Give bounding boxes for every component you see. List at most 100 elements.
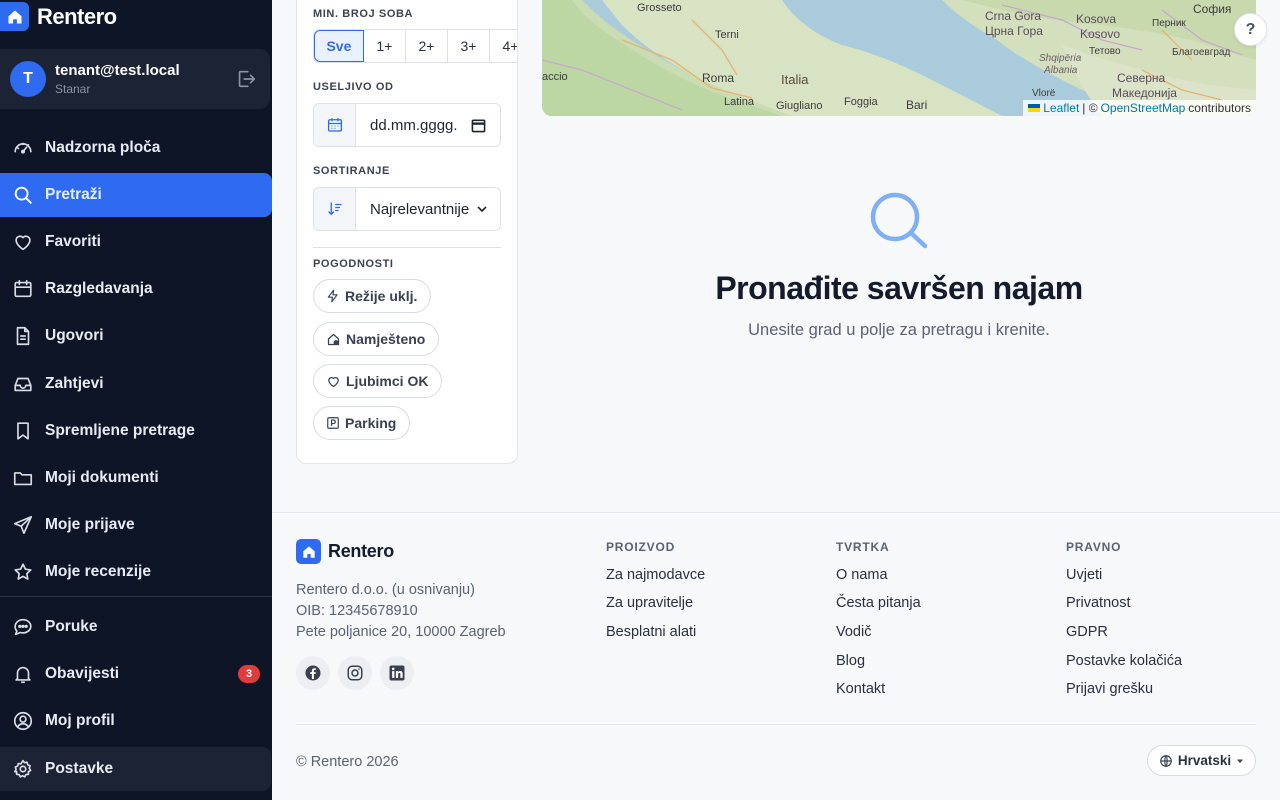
footer-link[interactable]: Kontakt [836,681,885,697]
globe-icon [1159,754,1173,768]
map-label: accio [542,71,568,83]
language-selector[interactable]: Hrvatski [1147,745,1256,776]
company-oib: OIB: 12345678910 [296,603,418,619]
sort-label: SORTIRANJE [313,165,390,177]
sidebar-item-saved-searches[interactable]: Spremljene pretrage [0,409,272,453]
sidebar-item-favorites[interactable]: Favoriti [0,220,272,264]
rooms-option-1[interactable]: 1+ [364,30,406,62]
sidebar-item-dashboard[interactable]: Nadzorna ploča [0,126,272,170]
heart-icon [12,231,34,253]
map-label: Foggia [844,96,878,108]
folder-icon [12,467,34,489]
amenity-furnished-chip[interactable]: Namješteno [313,322,440,356]
map-label: Latina [724,96,754,108]
sidebar-item-notifications[interactable]: Obavijesti 3 [0,652,272,696]
map[interactable]: Grosseto Terni Roma Italia Latina Giugli… [542,0,1256,116]
heart-icon [326,374,341,389]
amenity-pets-chip[interactable]: Ljubimci OK [313,364,443,398]
map-label: Bari [906,98,928,112]
footer-divider [296,724,1256,725]
rooms-option-4[interactable]: 4+ [490,30,518,62]
ukraine-flag-icon [1028,104,1041,112]
empty-state-title: Pronađite savršen najam [715,270,1083,306]
footer-link[interactable]: Za najmodavce [606,567,705,583]
map-label: Vlorë [1032,88,1056,99]
instagram-link[interactable] [338,656,372,690]
osm-link[interactable]: OpenStreetMap [1101,101,1186,115]
footer-link[interactable]: Prijavi grešku [1066,681,1153,697]
footer-column-title: PROIZVOD [606,540,676,554]
attribution-tail: contributors [1188,101,1251,115]
chip-label: Namješteno [346,331,426,347]
sidebar-item-label: Moje prijave [45,516,135,533]
sidebar-item-label: Pretraži [45,186,102,203]
sidebar-item-search[interactable]: Pretraži [0,173,272,217]
sidebar-item-reviews[interactable]: Moje recenzije [0,550,272,594]
footer-link[interactable]: Česta pitanja [836,595,921,611]
map-label: Giugliano [776,100,823,112]
sidebar-item-viewings[interactable]: Razgledavanja [0,267,272,311]
footer-brand[interactable]: Rentero [296,539,394,564]
footer-link[interactable]: Privatnost [1066,595,1130,611]
rooms-label: MIN. BROJ SOBA [313,8,414,20]
footer-link[interactable]: GDPR [1066,624,1108,640]
sidebar-item-label: Poruke [45,618,98,635]
footer-link[interactable]: Besplatni alati [606,624,696,640]
rooms-option-3[interactable]: 3+ [448,30,490,62]
sidebar-item-requests[interactable]: Zahtjevi [0,362,272,406]
footer-link[interactable]: Vodič [836,624,871,640]
amenity-parking-chip[interactable]: Parking [313,406,411,440]
sidebar-item-settings[interactable]: Postavke [0,747,271,791]
facebook-link[interactable] [296,656,330,690]
copyright: © Rentero 2026 [296,754,399,770]
amenity-utilities-chip[interactable]: Režije uklj. [313,279,432,313]
sidebar-item-label: Zahtjevi [45,375,104,392]
amenities-label: POGODNOSTI [313,258,394,270]
sidebar-item-applications[interactable]: Moje prijave [0,503,272,547]
linkedin-icon [388,664,406,682]
chevron-down-icon [476,203,488,215]
move-in-date-field[interactable]: dd.mm.gggg. [313,103,501,147]
footer-link[interactable]: Uvjeti [1066,567,1102,583]
star-icon [12,561,34,583]
sidebar-item-messages[interactable]: Poruke [0,605,272,649]
map-label: Grosseto [637,2,682,14]
move-in-label: USELJIVO OD [313,81,394,93]
map-label: Македонија [1112,86,1177,100]
logout-icon[interactable] [235,68,257,90]
sidebar-item-contracts[interactable]: Ugovori [0,314,272,358]
sort-icon [314,188,356,230]
company-name: Rentero d.o.o. (u osnivanju) [296,582,475,598]
map-label: Shqipëria [1039,53,1082,64]
footer-link[interactable]: O nama [836,567,888,583]
footer: Rentero Rentero d.o.o. (u osnivanju) OIB… [272,512,1280,800]
map-label: Terni [715,29,739,41]
footer-link[interactable]: Za upravitelje [606,595,693,611]
gear-icon [12,758,34,780]
sidebar-item-label: Postavke [45,760,114,777]
chip-label: Parking [345,415,397,431]
brand[interactable]: Rentero [0,2,117,31]
help-button[interactable]: ? [1234,13,1267,46]
sidebar-item-label: Moji dokumenti [45,469,159,486]
footer-link[interactable]: Postavke kolačića [1066,653,1182,669]
chip-label: Režije uklj. [345,288,418,304]
map-label: Перник [1152,18,1186,29]
sidebar-item-profile[interactable]: Moj profil [0,699,272,743]
user-card[interactable]: T tenant@test.local Stanar [0,49,270,109]
avatar: T [10,61,46,97]
calendar-picker-icon[interactable] [471,118,486,133]
brand-name: Rentero [37,3,117,29]
sort-select[interactable]: Najrelevantnije [313,187,501,231]
inbox-icon [12,373,34,395]
calendar-icon [314,104,356,146]
footer-column-title: TVRTKA [836,540,890,554]
rooms-option-all[interactable]: Sve [314,30,364,62]
sidebar-item-label: Spremljene pretrage [45,422,195,439]
gauge-icon [12,137,34,159]
rooms-option-2[interactable]: 2+ [406,30,448,62]
leaflet-link[interactable]: Leaflet [1043,101,1079,115]
footer-link[interactable]: Blog [836,653,865,669]
linkedin-link[interactable] [380,656,414,690]
sidebar-item-documents[interactable]: Moji dokumenti [0,456,272,500]
